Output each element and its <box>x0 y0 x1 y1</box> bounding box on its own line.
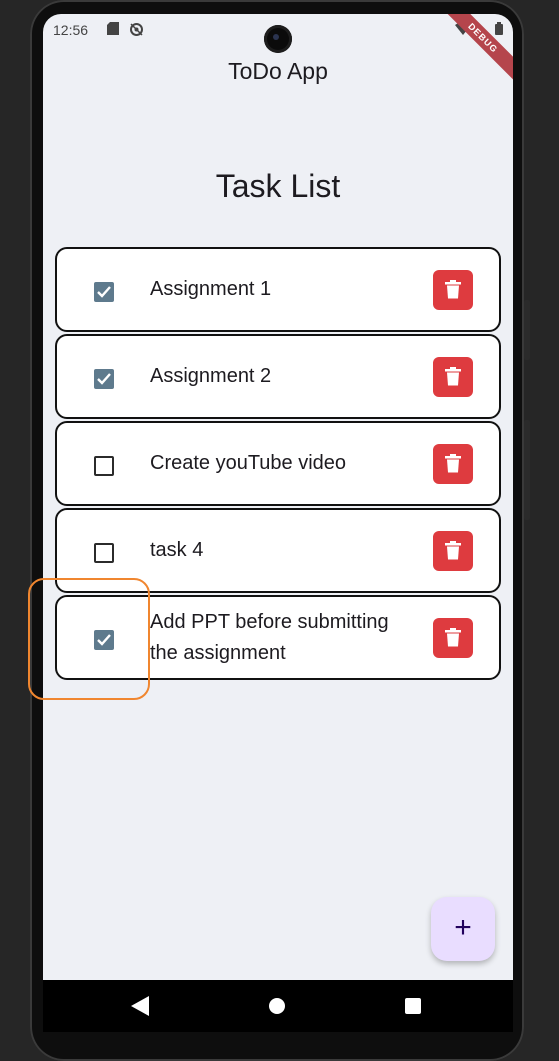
task-checkbox[interactable] <box>94 282 114 302</box>
navigation-bar <box>43 980 513 1032</box>
front-camera <box>264 25 292 53</box>
trash-icon <box>445 454 461 473</box>
recents-icon[interactable] <box>405 998 421 1014</box>
task-list: Assignment 1 Assignment 2 Create youTube… <box>55 247 501 682</box>
task-item: Create youTube video <box>55 421 501 506</box>
page-title: Task List <box>215 168 341 204</box>
delete-button[interactable] <box>433 357 473 397</box>
task-checkbox[interactable] <box>94 456 114 476</box>
delete-button[interactable] <box>433 444 473 484</box>
back-icon[interactable] <box>131 996 149 1021</box>
trash-icon <box>445 367 461 386</box>
sd-card-icon <box>107 22 119 38</box>
task-item: Add PPT before submitting the assignment <box>55 595 501 680</box>
add-task-button[interactable]: + <box>431 897 495 961</box>
app-screen: 12:56 DEBUG ToDo App Task List Assignmen… <box>43 14 513 980</box>
check-icon <box>97 634 111 646</box>
status-time: 12:56 <box>53 22 89 38</box>
task-label: Add PPT before submitting the assignment <box>150 610 389 664</box>
task-label: Assignment 1 <box>150 278 272 300</box>
trash-icon <box>445 541 461 560</box>
task-label: Create youTube video <box>150 452 347 474</box>
task-label: Assignment 2 <box>150 365 272 387</box>
check-icon <box>97 373 111 385</box>
sync-off-icon <box>129 22 144 40</box>
app-title: ToDo App <box>228 58 328 84</box>
volume-button <box>524 420 530 520</box>
task-label: task 4 <box>150 539 204 561</box>
task-checkbox[interactable] <box>94 369 114 389</box>
delete-button[interactable] <box>433 270 473 310</box>
trash-icon <box>445 280 461 299</box>
home-icon[interactable] <box>269 998 285 1014</box>
task-item: Assignment 1 <box>55 247 501 332</box>
trash-icon <box>445 628 461 647</box>
delete-button[interactable] <box>433 618 473 658</box>
task-item: Assignment 2 <box>55 334 501 419</box>
power-button <box>524 300 530 360</box>
check-icon <box>97 286 111 298</box>
task-checkbox[interactable] <box>94 630 114 650</box>
battery-icon <box>495 22 503 38</box>
delete-button[interactable] <box>433 531 473 571</box>
task-item: task 4 <box>55 508 501 593</box>
task-checkbox[interactable] <box>94 543 114 563</box>
